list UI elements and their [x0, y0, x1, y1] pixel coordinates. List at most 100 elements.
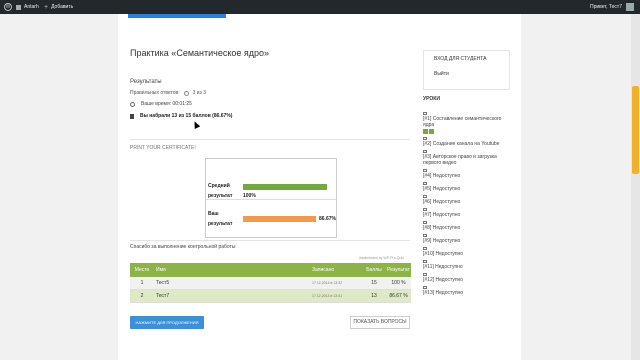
cell-points: 13 [371, 293, 377, 299]
divider [130, 139, 410, 140]
header-name: Имя [156, 267, 166, 273]
lesson-label: [#4] Недоступно [423, 173, 461, 179]
lesson-label: [#7] Недоступно [423, 212, 461, 218]
cell-place: 2 [140, 293, 144, 299]
home-icon [16, 4, 21, 10]
plus-icon: + [44, 3, 49, 11]
lesson-icon [423, 273, 427, 276]
mouse-cursor-icon [191, 120, 201, 129]
lesson-icon [423, 208, 427, 211]
score-marker-icon [130, 113, 134, 119]
lessons-heading: УРОКИ [423, 96, 440, 102]
sidebar-item-lesson[interactable]: [#7] Недоступно [423, 208, 513, 218]
lesson-icon [423, 286, 427, 289]
lesson-icon [423, 260, 427, 263]
student-login-box: ВХОД ДЛЯ СТУДЕНТА Выйти [423, 50, 510, 90]
table-row: 2 Тест7 17.12.2014 в 13:41 13 86.67 % [130, 290, 411, 303]
lesson-label: [#5] Недоступно [423, 186, 461, 192]
time-label: Ваше время: 00:01:25 [141, 101, 192, 107]
student-entry-link[interactable]: ВХОД ДЛЯ СТУДЕНТА [434, 56, 487, 62]
page-scrollbar[interactable] [631, 14, 640, 360]
lesson-icon [423, 137, 427, 140]
chart-separator [206, 199, 336, 200]
lesson-label: [#9] Недоступно [423, 238, 461, 244]
greeting-link[interactable]: Привет, Тест7 [590, 4, 622, 10]
wordpress-logo-icon[interactable]: W [4, 3, 12, 11]
sidebar-item-lesson[interactable]: [#10] Недоступно [423, 247, 513, 257]
lesson-icon [423, 169, 427, 172]
cell-points: 15 [371, 280, 377, 286]
completed-marks [423, 129, 513, 134]
chart-label-average: Средний результат [208, 183, 233, 199]
header-points: Баллы [366, 267, 382, 273]
clock-icon [130, 101, 135, 107]
lesson-icon [423, 112, 427, 115]
sidebar-item-lesson[interactable]: [#12] Недоступно [423, 273, 513, 283]
cell-name: Тест5 [156, 280, 170, 286]
check-icon [423, 129, 428, 134]
certificate-link[interactable]: PRINT YOUR CERTIFICATE! [130, 145, 196, 151]
check-icon [429, 129, 434, 134]
correct-value: 3 из 3 [192, 90, 207, 96]
lessons-list: [#1] Составление семантического ядра [#2]… [423, 112, 513, 299]
sidebar-item-lesson[interactable]: [#13] Недоступно [423, 286, 513, 296]
chart-value-yours: 86.67% [319, 216, 336, 222]
site-name: Antarh [24, 4, 39, 10]
cell-result: 86.67 % [389, 293, 408, 299]
lesson-label: [#12] Недоступно [423, 277, 464, 283]
lesson-label: [#2] Создание канала на Youtube [423, 141, 500, 147]
sidebar-item-lesson[interactable]: [#2] Создание канала на Youtube [423, 137, 513, 147]
table-header: Место Имя Записано Баллы Результат [130, 263, 411, 277]
page-title: Практика «Семантическое ядро» [130, 48, 270, 58]
info-icon [183, 90, 189, 96]
header-result: Результат [387, 267, 410, 273]
lesson-icon [423, 247, 427, 250]
correct-label: Правильных ответов: [130, 90, 180, 96]
lesson-label: [#13] Недоступно [423, 290, 464, 296]
sidebar-item-lesson[interactable]: [#3] Авторское право и загрузка первого … [423, 150, 513, 166]
lesson-label: [#11] Недоступно [423, 264, 463, 270]
cell-recorded: 17.12.2014 в 13:41 [312, 294, 343, 298]
admin-bar: W Antarh + Добавить Привет, Тест7 [0, 0, 640, 14]
show-questions-button[interactable]: ПОКАЗАТЬ ВОПРОСЫ [350, 316, 410, 329]
lesson-label: [#1] Составление семантического ядра [423, 116, 502, 128]
chart-bar-yours [243, 216, 316, 222]
add-new-label: Добавить [51, 4, 74, 10]
cell-recorded: 17.12.2014 в 13:32 [312, 281, 343, 285]
correct-answers: Правильных ответов: 3 из 3 [130, 90, 206, 96]
sidebar-item-lesson[interactable]: [#4] Недоступно [423, 169, 513, 179]
lesson-icon [423, 234, 427, 237]
table-row: 1 Тест5 17.12.2014 в 13:32 15 100 % [130, 277, 411, 290]
sidebar-item-lesson[interactable]: [#5] Недоступно [423, 182, 513, 192]
lesson-label: [#6] Недоступно [423, 199, 461, 205]
time-spent: Ваше время: 00:01:25 [130, 101, 192, 107]
cell-place: 1 [140, 280, 144, 286]
thanks-message: Спасибо за выполнение контрольной работы [130, 244, 236, 250]
sidebar-item-lesson[interactable]: [#1] Составление семантического ядра [423, 112, 513, 134]
content-area: Практика «Семантическое ядро» Результаты… [118, 14, 521, 360]
header-place: Место [134, 267, 150, 273]
results-heading: Результаты [130, 79, 162, 85]
lesson-icon [423, 195, 427, 198]
cell-result: 100 % [391, 280, 406, 286]
continue-button[interactable]: НАЖМИТЕ ДЛЯ ПРОДОЛЖЕНИЯ [130, 316, 204, 329]
sidebar-item-lesson[interactable]: [#9] Недоступно [423, 234, 513, 244]
lesson-label: [#10] Недоступно [423, 251, 464, 257]
results-chart: Средний результат 100% Ваш результат 86.… [205, 158, 337, 238]
sidebar-item-lesson[interactable]: [#6] Недоступно [423, 195, 513, 205]
lesson-icon [423, 150, 427, 153]
chart-label-yours: Ваш результат [208, 211, 233, 227]
chart-bar-average [243, 184, 327, 190]
leaderboard-note[interactable]: leaderboard by WP-Pro-Quiz [359, 256, 404, 260]
logout-link[interactable]: Выйти [434, 71, 449, 77]
scrollbar-thumb[interactable] [632, 86, 639, 174]
lesson-label: [#3] Авторское право и загрузка первого … [423, 154, 497, 166]
avatar[interactable] [626, 3, 634, 11]
sidebar-item-lesson[interactable]: [#8] Недоступно [423, 221, 513, 231]
sidebar-item-lesson[interactable]: [#11] Недоступно [423, 260, 513, 270]
divider [130, 240, 410, 241]
cell-name: Тест7 [156, 293, 170, 299]
site-name-link[interactable]: Antarh [16, 4, 39, 10]
score-summary: Вы набрали 13 из 15 баллов (86.67%) [130, 113, 232, 119]
add-new-link[interactable]: + Добавить [44, 3, 74, 11]
